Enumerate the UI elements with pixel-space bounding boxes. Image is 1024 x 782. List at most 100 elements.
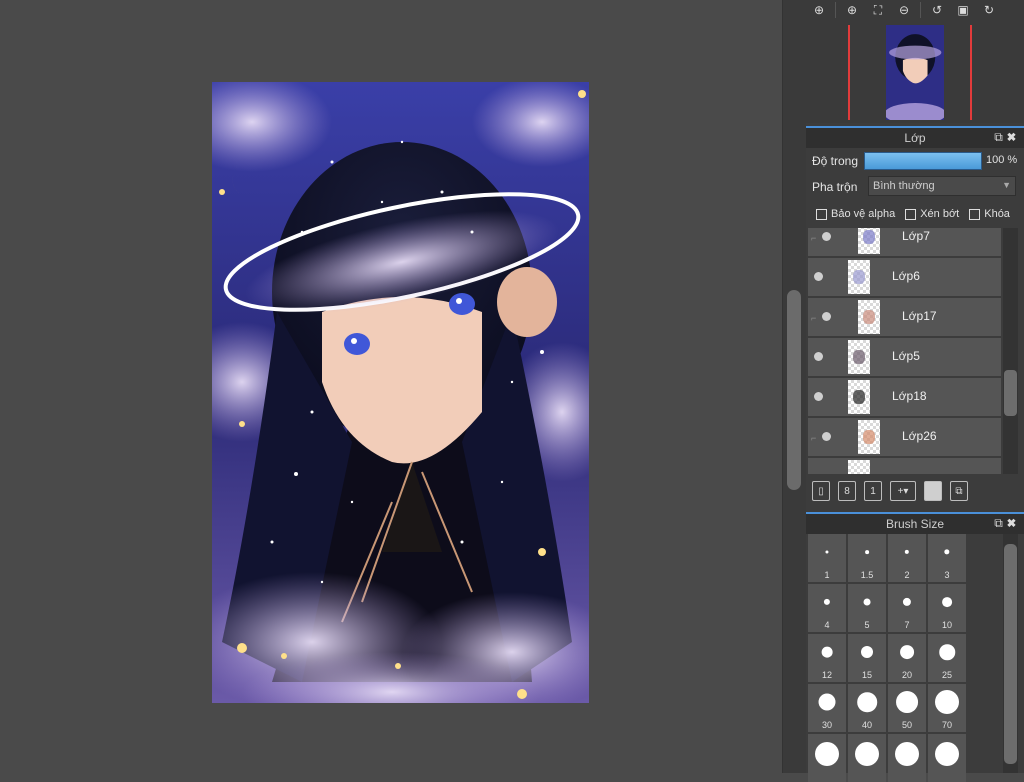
brush-size-label: 15 xyxy=(861,670,872,680)
layer-row[interactable]: Lớp5 xyxy=(808,338,1001,378)
layer-name: Lớp18 xyxy=(892,389,927,403)
brush-size-preview xyxy=(861,646,873,658)
layer-thumbnail xyxy=(858,228,880,254)
popout-icon[interactable]: ⧉ xyxy=(994,516,1007,530)
brush-size-cell[interactable]: 3 xyxy=(928,534,966,582)
brush-size-preview xyxy=(895,742,919,766)
visibility-eye-icon[interactable] xyxy=(822,232,831,241)
new-layer-icon[interactable]: ▯ xyxy=(812,481,830,501)
brush-size-cell[interactable] xyxy=(808,734,846,782)
brush-size-panel-header: Brush Size ⧉✖ xyxy=(806,512,1024,534)
artwork-illustration xyxy=(212,82,589,703)
layer-row[interactable]: ⌐ Lớp17 xyxy=(808,298,1001,338)
brush-size-cell[interactable]: 30 xyxy=(808,684,846,732)
brush-size-cell[interactable]: 2 xyxy=(888,534,926,582)
brush-size-cell[interactable]: 25 xyxy=(928,634,966,682)
rotate-left-icon[interactable]: ↺ xyxy=(926,1,948,19)
layer-row[interactable]: ⌐ Lớp26 xyxy=(808,418,1001,458)
canvas-scroll-thumb[interactable] xyxy=(787,290,801,490)
layer-list-scrollbar[interactable] xyxy=(1003,228,1018,474)
brush-size-cell[interactable]: 1.5 xyxy=(848,534,886,582)
new-8bit-layer-icon[interactable]: 8 xyxy=(838,481,856,501)
rotate-right-icon[interactable]: ↻ xyxy=(978,1,1000,19)
layer-list[interactable]: ⌐ Lớp7 Lớp6 ⌐ Lớp17 Lớp5 Lớp18 ⌐ Lớp26 xyxy=(808,228,1001,474)
brush-size-cell[interactable]: 7 xyxy=(888,584,926,632)
layer-row[interactable]: ⌐ Lớp7 xyxy=(808,228,1001,258)
layer-list-scroll-thumb[interactable] xyxy=(1004,370,1017,416)
brush-size-cell[interactable]: 1 xyxy=(808,534,846,582)
brush-size-cell[interactable]: 15 xyxy=(848,634,886,682)
zoom-in-icon[interactable]: ⊕ xyxy=(841,1,863,19)
brush-size-cell[interactable]: 10 xyxy=(928,584,966,632)
brush-size-label: 1 xyxy=(824,570,830,580)
navigator-bound-right xyxy=(970,25,972,120)
brush-size-label: 4 xyxy=(824,620,830,630)
artwork-canvas[interactable] xyxy=(212,82,589,703)
layers-panel-header: Lớp ⧉✖ xyxy=(806,126,1024,148)
brush-size-preview xyxy=(818,693,836,711)
brush-size-preview xyxy=(857,692,877,712)
visibility-eye-icon[interactable] xyxy=(814,352,823,361)
navigator-thumbnail[interactable] xyxy=(886,25,944,120)
protect-alpha-checkbox[interactable]: Bảo vệ alpha xyxy=(816,208,895,220)
visibility-eye-icon[interactable] xyxy=(814,272,823,281)
visibility-eye-icon[interactable] xyxy=(814,392,823,401)
layer-name: Lớp7 xyxy=(902,229,930,243)
brush-size-preview xyxy=(902,597,912,607)
brush-size-preview xyxy=(900,645,914,659)
brush-size-cell[interactable]: 5 xyxy=(848,584,886,632)
layer-row[interactable]: Lớp6 xyxy=(808,258,1001,298)
toolbar-separator xyxy=(920,2,921,18)
layer-row[interactable]: Lớp18 xyxy=(808,378,1001,418)
brush-size-label: 25 xyxy=(941,670,952,680)
canvas-vertical-scrollbar[interactable] xyxy=(782,0,807,773)
brush-size-scrollbar[interactable] xyxy=(1003,534,1018,773)
fit-window-icon[interactable]: ⛶ xyxy=(867,1,889,19)
clipping-checkbox[interactable]: Xén bớt xyxy=(905,208,959,220)
brush-size-label: 7 xyxy=(904,620,910,630)
brush-size-label: 40 xyxy=(861,720,872,730)
layer-options-row: Bảo vệ alpha Xén bớt Khóa xyxy=(806,205,1024,223)
add-layer-menu-icon[interactable]: +▾ xyxy=(890,481,916,501)
brush-size-cell[interactable]: 40 xyxy=(848,684,886,732)
brush-size-label: 70 xyxy=(941,720,952,730)
brush-size-preview xyxy=(942,597,952,607)
brush-size-cell[interactable] xyxy=(928,734,966,782)
flip-icon[interactable]: ▣ xyxy=(952,1,974,19)
layer-row[interactable] xyxy=(808,458,1001,474)
brush-size-cell[interactable]: 20 xyxy=(888,634,926,682)
brush-size-label: 30 xyxy=(821,720,832,730)
visibility-eye-icon[interactable] xyxy=(822,312,831,321)
brush-size-cell[interactable] xyxy=(888,734,926,782)
brush-size-cell[interactable]: 12 xyxy=(808,634,846,682)
lock-checkbox[interactable]: Khóa xyxy=(969,208,1010,220)
zoom-actual-icon[interactable]: ⊕ xyxy=(808,1,830,19)
brush-size-label: 1.5 xyxy=(860,570,874,580)
visibility-eye-icon[interactable] xyxy=(822,432,831,441)
brush-size-cell[interactable]: 70 xyxy=(928,684,966,732)
popout-icon[interactable]: ⧉ xyxy=(994,130,1007,144)
opacity-slider[interactable] xyxy=(864,152,982,170)
navigator-panel[interactable] xyxy=(806,20,1024,123)
layer-thumbnail xyxy=(848,260,870,294)
clipping-indicator-icon: ⌐ xyxy=(811,433,817,443)
canvas-workspace[interactable] xyxy=(0,0,782,773)
blend-mode-select[interactable]: Bình thường ▼ xyxy=(868,176,1016,196)
brush-size-scroll-thumb[interactable] xyxy=(1004,544,1017,764)
zoom-out-icon[interactable]: ⊖ xyxy=(893,1,915,19)
folder-icon[interactable] xyxy=(924,481,942,501)
brush-size-preview xyxy=(863,598,871,606)
close-icon[interactable]: ✖ xyxy=(1007,130,1020,144)
brush-size-cell[interactable] xyxy=(848,734,886,782)
brush-size-cell[interactable]: 50 xyxy=(888,684,926,732)
brush-size-label: 3 xyxy=(944,570,950,580)
lock-label: Khóa xyxy=(984,208,1010,220)
brush-size-label: 20 xyxy=(901,670,912,680)
new-1bit-layer-icon[interactable]: 1 xyxy=(864,481,882,501)
toolbar-separator xyxy=(835,2,836,18)
brush-size-preview xyxy=(823,598,831,606)
duplicate-layer-icon[interactable]: ⧉ xyxy=(950,481,968,501)
close-icon[interactable]: ✖ xyxy=(1007,516,1020,530)
brush-size-preview xyxy=(904,549,910,555)
brush-size-cell[interactable]: 4 xyxy=(808,584,846,632)
